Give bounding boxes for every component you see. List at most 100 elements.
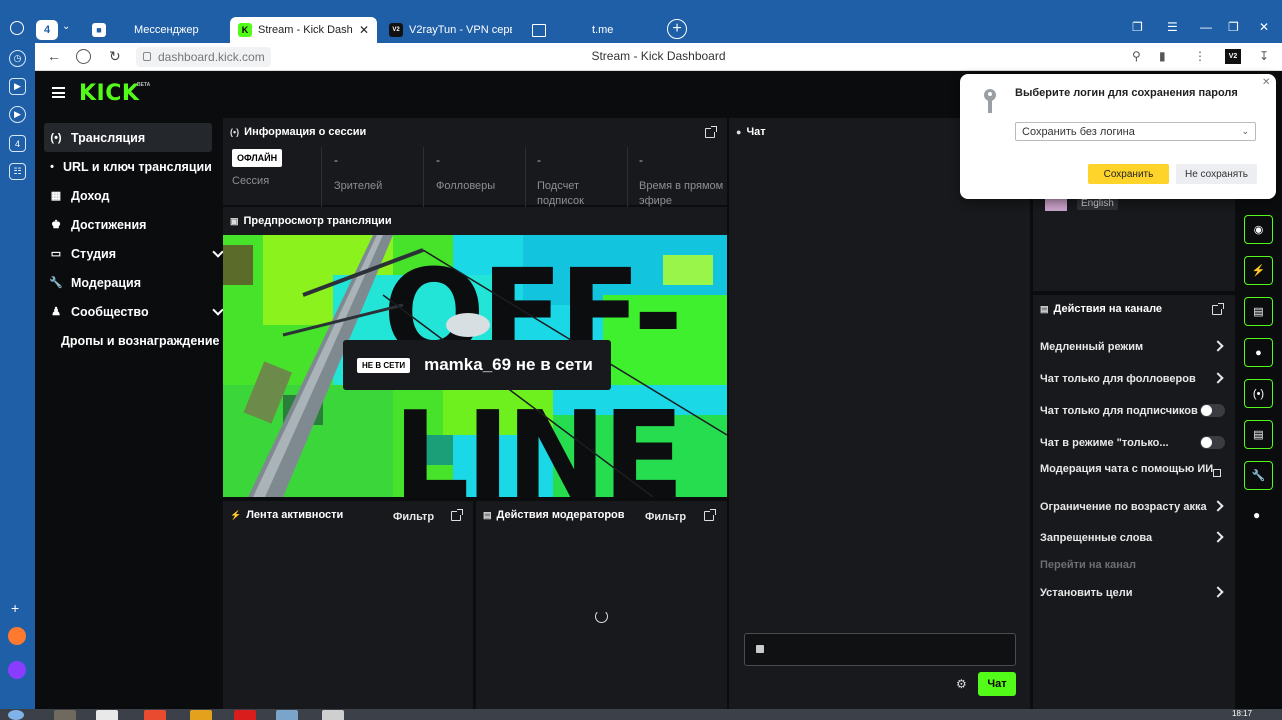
panel-title: ▤ Действия модераторов xyxy=(483,509,625,521)
filter-button[interactable]: Фильтр xyxy=(393,511,434,523)
hamburger-icon[interactable] xyxy=(52,87,65,98)
gear-icon[interactable]: ⚙ xyxy=(956,677,967,691)
tab-counter[interactable]: 4 xyxy=(36,20,58,40)
nav-item-label: Трансляция xyxy=(71,130,146,145)
save-password-button[interactable]: Сохранить xyxy=(1088,164,1169,184)
app-orange-icon[interactable] xyxy=(8,627,26,645)
rail-bolt-icon[interactable]: ⚡ xyxy=(1244,256,1273,285)
action-slow-mode[interactable]: Медленный режим xyxy=(1040,342,1230,353)
tab-kick-dashboard[interactable]: K Stream - Kick Dashboard ✕ xyxy=(230,17,377,43)
rail-more-icon[interactable]: ● xyxy=(1253,508,1260,522)
download-icon[interactable]: ↧ xyxy=(1259,49,1269,63)
tab-telegram[interactable]: t.me xyxy=(524,17,661,43)
nav-item-label: Сообщество xyxy=(71,304,149,319)
popout-icon[interactable] xyxy=(704,509,716,521)
v2raytun-extension-icon[interactable]: V2 xyxy=(1225,49,1241,64)
tab-messenger[interactable]: ■ Мессенджер xyxy=(84,17,226,43)
menu-icon[interactable]: ☰ xyxy=(1167,20,1178,34)
mod-actions-title: Действия модераторов xyxy=(496,509,625,521)
login-select-value: Сохранить без логина xyxy=(1022,126,1135,138)
key-icon[interactable]: ⚲ xyxy=(1132,49,1141,63)
kick-logo[interactable]: KICK xyxy=(79,81,139,106)
rail-wrench-icon[interactable]: 🔧 xyxy=(1244,461,1273,490)
back-icon[interactable]: ← xyxy=(47,48,61,64)
stat-value: - xyxy=(436,153,440,167)
url-field[interactable]: dashboard.kick.com xyxy=(136,47,271,67)
action-go-to-channel: Перейти на канал xyxy=(1040,559,1137,571)
stat-label: Подсчет подписок xyxy=(537,180,584,207)
taskbar-app-icon[interactable] xyxy=(96,710,118,720)
rail-chat-icon[interactable]: ● xyxy=(1244,338,1273,367)
chat-input[interactable] xyxy=(744,633,1016,666)
rail-broadcast-icon[interactable]: (•) xyxy=(1244,379,1273,408)
panel-title: ▣ Предпросмотр трансляции xyxy=(230,215,392,227)
login-select[interactable]: Сохранить без логина ⌄ xyxy=(1015,122,1256,141)
offline-card: НЕ В СЕТИ mamka_69 не в сети xyxy=(343,340,611,390)
action-ai-moderation[interactable]: Модерация чата с помощью ИИ xyxy=(1040,464,1216,475)
nav-item-studio[interactable]: ▭ Студия xyxy=(44,239,224,268)
popout-icon[interactable] xyxy=(1213,469,1221,477)
bookmark-icon[interactable]: ▮ xyxy=(1159,49,1166,63)
nav-item-moderation[interactable]: 🔧 Модерация xyxy=(44,268,212,297)
new-tab-button[interactable]: + xyxy=(667,19,687,39)
nav-item-drops[interactable]: Дропы и вознаграждение xyxy=(44,326,222,355)
play-icon[interactable]: ▶ xyxy=(9,106,26,123)
more-icon[interactable]: ⋮ xyxy=(1194,49,1206,63)
browser-menu-icon[interactable] xyxy=(10,21,24,35)
action-followers-only[interactable]: Чат только для фолловеров xyxy=(1040,374,1230,385)
url-text: dashboard.kick.com xyxy=(158,50,265,64)
dont-save-button[interactable]: Не сохранять xyxy=(1176,164,1257,184)
rail-camera-icon[interactable]: ◉ xyxy=(1244,215,1273,244)
minimize-icon[interactable]: — xyxy=(1200,20,1212,34)
action-banned-words[interactable]: Запрещенные слова xyxy=(1040,533,1230,544)
tab-title: Stream - Kick Dashboard xyxy=(258,24,353,36)
close-window-icon[interactable]: ✕ xyxy=(1259,20,1269,34)
notes-icon[interactable]: ☷ xyxy=(9,163,26,180)
history-icon[interactable]: ◷ xyxy=(9,50,26,67)
workspace-4-icon[interactable]: 4 xyxy=(9,135,26,152)
tabs-view-icon[interactable]: ❐ xyxy=(1132,20,1143,34)
nav-item-label: URL и ключ трансляции xyxy=(63,159,212,174)
action-set-goals[interactable]: Установить цели xyxy=(1040,588,1230,599)
chat-send-button[interactable]: Чат xyxy=(978,672,1016,696)
action-age-restriction[interactable]: Ограничение по возрасту акка xyxy=(1040,502,1230,513)
nav-item-achievements[interactable]: ♚ Достижения xyxy=(44,210,212,239)
offline-message: mamka_69 не в сети xyxy=(424,355,593,374)
nav-item-url-key[interactable]: • URL и ключ трансляции xyxy=(44,152,212,181)
stat-label: Сессия xyxy=(232,175,270,187)
nav-item-income[interactable]: ▦ Доход xyxy=(44,181,212,210)
collections-icon[interactable]: ▶ xyxy=(9,78,26,95)
clipboard-icon: ▤ xyxy=(483,509,492,520)
reader-icon[interactable] xyxy=(76,49,91,64)
reload-icon[interactable]: ↻ xyxy=(109,48,121,65)
taskbar-chrome-icon[interactable] xyxy=(190,710,212,720)
nav-item-stream[interactable]: (•) Трансляция xyxy=(44,123,212,152)
filter-button[interactable]: Фильтр xyxy=(645,511,686,523)
app-purple-icon[interactable] xyxy=(8,661,26,679)
popout-icon[interactable] xyxy=(451,509,463,521)
start-icon[interactable] xyxy=(8,710,24,720)
taskbar-app-icon[interactable] xyxy=(322,710,344,720)
stat-viewers: - Зрителей xyxy=(334,147,424,207)
chevron-down-icon[interactable]: ⌄ xyxy=(62,21,70,32)
taskbar-app-icon[interactable] xyxy=(276,710,298,720)
restore-icon[interactable]: ❐ xyxy=(1228,20,1239,34)
rail-channel-icon[interactable]: ▤ xyxy=(1244,420,1273,449)
tab-v2raytun[interactable]: V2 V2rayTun - VPN сервис н xyxy=(381,17,520,43)
popout-icon[interactable] xyxy=(705,126,717,138)
taskbar-yandex-icon[interactable] xyxy=(144,710,166,720)
close-icon[interactable]: ✕ xyxy=(1262,77,1270,88)
add-icon[interactable]: + xyxy=(11,600,19,616)
subscribers-only-toggle[interactable] xyxy=(1200,404,1225,417)
wrench-icon: 🔧 xyxy=(49,277,63,289)
nav-item-label: Доход xyxy=(71,188,110,203)
close-icon[interactable]: ✕ xyxy=(359,23,369,37)
nav-item-community[interactable]: ♟ Сообщество xyxy=(44,297,224,326)
preview-panel-header: ▣ Предпросмотр трансляции xyxy=(223,207,727,235)
taskbar-opera-icon[interactable] xyxy=(234,710,256,720)
popup-title: Выберите логин для сохранения пароля xyxy=(1015,87,1238,99)
popout-icon[interactable] xyxy=(1212,303,1224,315)
taskbar-app-icon[interactable] xyxy=(54,710,76,720)
rail-clipboard-icon[interactable]: ▤ xyxy=(1244,297,1273,326)
emote-only-toggle[interactable] xyxy=(1200,436,1225,449)
